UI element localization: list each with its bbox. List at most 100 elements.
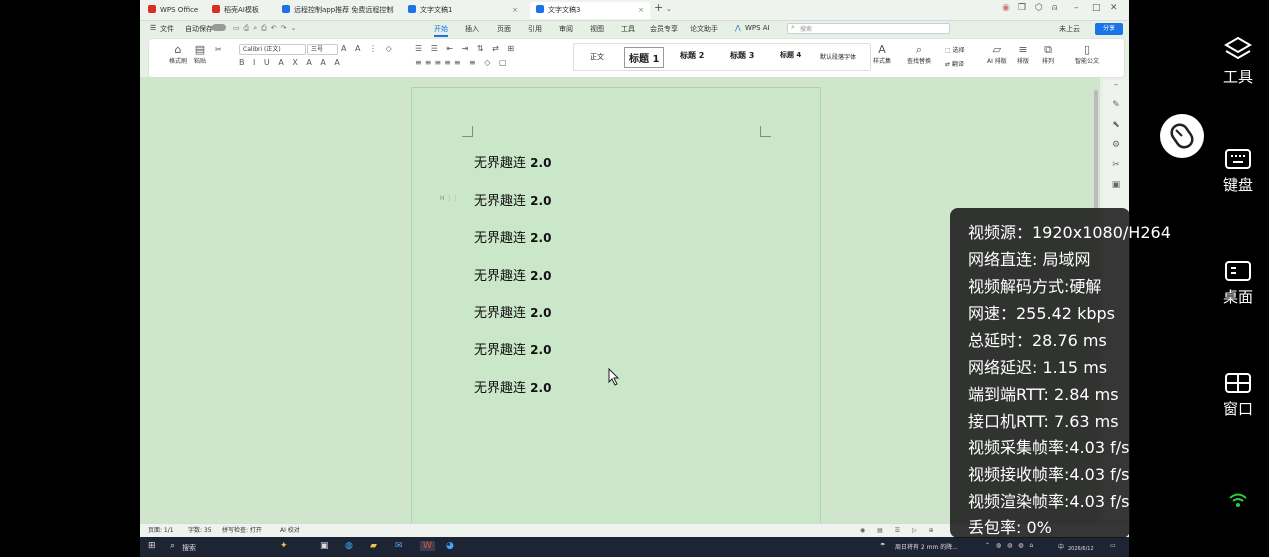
tab-document-3[interactable]: 文字文稿3 × xyxy=(530,2,650,19)
ime-indicator[interactable]: 中 xyxy=(1058,542,1064,551)
apps-icon[interactable]: ◉ xyxy=(1002,3,1010,13)
skin-icon[interactable]: ⬡ xyxy=(1035,3,1043,13)
style-normal[interactable]: 正文 xyxy=(590,52,604,62)
mail-icon[interactable]: ✉ xyxy=(395,541,403,551)
keyboard-control[interactable]: 键盘 xyxy=(1212,148,1264,195)
document-line[interactable]: 无界趣连 2.0 xyxy=(474,190,551,209)
list-buttons[interactable]: ☰ ☰ ⇤ ⇥ ⇅ ⇄ ⊞ xyxy=(415,44,517,53)
weather-text[interactable]: 周日将有 2 mm 的降... xyxy=(895,542,958,551)
wps-taskbar-icon[interactable]: W xyxy=(420,541,435,551)
tab-wps-office[interactable]: WPS Office xyxy=(142,2,202,19)
arrange-button[interactable]: ⧉ 排列 xyxy=(1042,43,1054,65)
spellcheck-status[interactable]: 拼写检查: 打开 xyxy=(222,524,262,538)
maximize-icon[interactable]: □ xyxy=(1092,3,1101,13)
style-heading-4[interactable]: 标题 4 xyxy=(780,50,801,60)
document-line[interactable]: 无界趣连 2.0 xyxy=(474,265,551,284)
word-count[interactable]: 字数: 35 xyxy=(188,524,212,538)
tab-tools[interactable]: 工具 xyxy=(621,24,635,34)
style-default-font[interactable]: 默认段落字体 xyxy=(820,52,856,61)
font-size-select[interactable]: 三号 xyxy=(307,44,338,55)
font-format-buttons[interactable]: B I U A X A A A xyxy=(239,58,343,67)
tab-remote-control-article[interactable]: 远程控制app推荐 免费远程控制软 xyxy=(276,2,394,19)
paste-button[interactable]: ▤ 粘贴 xyxy=(194,43,206,65)
settings-icon[interactable]: ⚙ xyxy=(1103,140,1129,160)
select-button[interactable]: ⬚ 选择 xyxy=(945,45,965,54)
account-icon[interactable]: ⍝ xyxy=(1052,3,1057,13)
line-version: 2.0 xyxy=(530,306,552,320)
tab-thesis[interactable]: 论文助手 xyxy=(690,24,718,34)
autosave-toggle[interactable] xyxy=(212,24,226,31)
ai-check-button[interactable]: AI 校对 xyxy=(280,524,300,538)
tools-control[interactable]: 工具 xyxy=(1212,36,1264,87)
taskbar-search-icon[interactable]: ⌕ xyxy=(170,541,175,551)
tab-review[interactable]: 审阅 xyxy=(559,24,573,34)
tab-document-1[interactable]: 文字文稿1 × xyxy=(402,2,524,19)
window-control[interactable]: 窗口 xyxy=(1212,372,1264,419)
document-line[interactable]: 无界趣连 2.0 xyxy=(474,152,551,171)
format-painter-button[interactable]: ⌂ 格式刷 xyxy=(169,43,187,65)
collapse-icon[interactable]: – xyxy=(1103,80,1129,100)
share-button[interactable]: 分享 xyxy=(1095,23,1123,35)
select-tool-icon[interactable]: ⬉ xyxy=(1103,120,1129,140)
document-line[interactable]: 无界趣连 2.0 xyxy=(474,227,551,246)
menu-icon[interactable]: ☰ xyxy=(150,24,156,32)
quick-access-icons[interactable]: ▭⎙⌕⎙↶↷⌄ xyxy=(233,24,300,33)
tab-page[interactable]: 页面 xyxy=(497,24,511,34)
scrollbar-thumb[interactable] xyxy=(1094,90,1098,210)
search-icon: ⌕ xyxy=(791,23,795,31)
translate-button[interactable]: ⇄ 翻译 xyxy=(945,59,964,68)
tab-label: 稻壳AI模板 xyxy=(224,6,259,14)
chevron-down-icon[interactable]: ⌄ xyxy=(666,5,672,13)
close-window-icon[interactable]: ✕ xyxy=(1110,3,1118,13)
document-page[interactable]: H ⋮⋮ 无界趣连 2.0 无界趣连 2.0 无界趣连 2.0 无界趣连 2.0… xyxy=(411,87,821,529)
tab-references[interactable]: 引用 xyxy=(528,24,542,34)
tab-daoke-templates[interactable]: 稻壳AI模板 xyxy=(206,2,270,19)
tray-icons[interactable]: ⌃ ◍ ◍ ◍ ⌂ xyxy=(985,542,1035,549)
view-mode-icons[interactable]: ◉ ▤ ☰ ▷ ⊕ xyxy=(860,524,939,538)
style-heading-1[interactable]: 标题 1 xyxy=(624,47,665,68)
cloud-status[interactable]: 未上云 xyxy=(1059,24,1080,34)
copilot-icon[interactable]: ✦ xyxy=(280,541,288,551)
search-input[interactable]: 搜索 xyxy=(787,23,950,34)
tab-home[interactable]: 开始 xyxy=(434,24,448,37)
style-heading-3[interactable]: 标题 3 xyxy=(730,50,754,61)
document-line[interactable]: 无界趣连 2.0 xyxy=(474,377,551,396)
tab-view[interactable]: 视图 xyxy=(590,24,604,34)
smart-doc-button[interactable]: ▯ 智能公文 xyxy=(1075,43,1099,65)
stat-packet-loss: 丢包率: 0% xyxy=(968,518,1052,537)
document-line[interactable]: 无界趣连 2.0 xyxy=(474,339,551,358)
font-family-select[interactable]: Calibri (正文) xyxy=(239,44,306,55)
edit-icon[interactable]: ✎ xyxy=(1103,100,1129,120)
cut-icon[interactable]: ✂ xyxy=(215,45,225,54)
tab-wps-ai[interactable]: WPS AI xyxy=(745,24,770,32)
font-size-controls[interactable]: A A ⋮ ◇ xyxy=(341,44,395,53)
windows-start-icon[interactable]: ⊞ xyxy=(148,541,156,551)
find-replace-button[interactable]: ⌕ 查找替换 xyxy=(907,43,931,65)
ai-layout-button[interactable]: ▱ AI 排版 xyxy=(987,43,1007,65)
mouse-mode-button[interactable] xyxy=(1160,114,1204,158)
new-tab-button[interactable]: + xyxy=(654,1,663,14)
image-icon[interactable]: ▣ xyxy=(1103,180,1129,200)
document-line[interactable]: 无界趣连 2.0 xyxy=(474,302,551,321)
align-buttons[interactable]: ≡≡≡≡≡ ≡ ◇ ▢ xyxy=(415,58,510,67)
tab-insert[interactable]: 插入 xyxy=(465,24,479,34)
remote-app-icon[interactable]: ◕ xyxy=(446,541,454,551)
style-heading-2[interactable]: 标题 2 xyxy=(680,50,704,61)
close-icon[interactable]: × xyxy=(638,2,644,19)
file-explorer-icon[interactable]: ▰ xyxy=(370,541,377,551)
minimize-icon[interactable]: – xyxy=(1074,3,1079,13)
desktop-control[interactable]: 桌面 xyxy=(1212,260,1264,307)
edge-icon[interactable]: ◍ xyxy=(345,541,353,551)
tab-member[interactable]: 会员专享 xyxy=(650,24,678,34)
style-set-button[interactable]: A 样式集 xyxy=(873,43,891,65)
layout-button[interactable]: ≡ 排版 xyxy=(1017,43,1029,65)
restore-icon[interactable]: ❐ xyxy=(1018,3,1026,13)
file-menu[interactable]: 文件 xyxy=(160,24,174,34)
taskbar-search[interactable]: 搜索 xyxy=(182,543,196,553)
task-view-icon[interactable]: ▣ xyxy=(320,541,329,551)
line-text: 无界趣连 xyxy=(474,156,527,171)
heading-handle-icon[interactable]: H ⋮⋮ xyxy=(440,195,458,202)
notification-icon[interactable]: ▭ xyxy=(1110,542,1116,549)
close-icon[interactable]: × xyxy=(512,2,518,19)
tools-icon[interactable]: ✂ xyxy=(1103,160,1129,180)
